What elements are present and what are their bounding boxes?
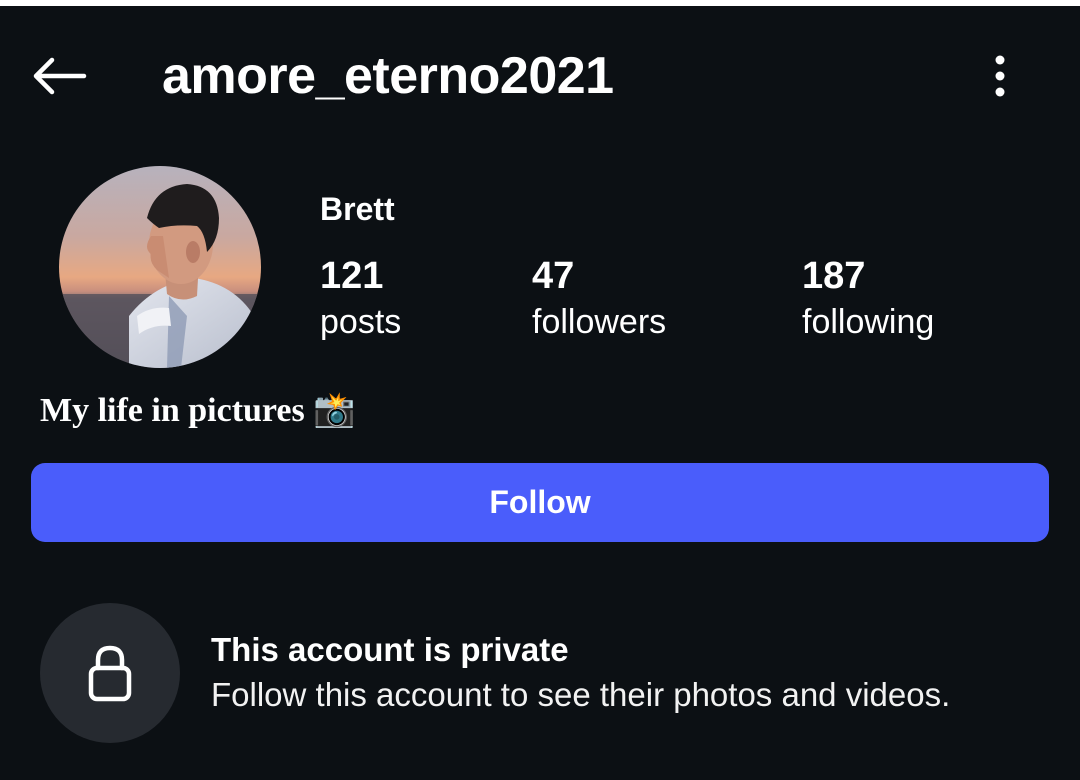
stat-posts[interactable]: 121 posts <box>320 254 401 346</box>
stat-following[interactable]: 187 following <box>802 254 934 346</box>
private-account-title: This account is private <box>211 631 569 668</box>
profile-avatar[interactable] <box>59 166 261 368</box>
following-count: 187 <box>802 255 866 297</box>
more-vertical-icon <box>995 55 1005 97</box>
profile-username: amore_eterno2021 <box>162 47 614 105</box>
follow-button[interactable]: Follow <box>31 463 1049 542</box>
back-button[interactable] <box>26 50 92 102</box>
profile-header: amore_eterno2021 <box>0 6 1080 136</box>
followers-label: followers <box>532 303 667 341</box>
arrow-left-icon <box>33 57 87 95</box>
private-account-subtitle: Follow this account to see their photos … <box>211 676 951 713</box>
avatar-photo <box>59 166 261 368</box>
stat-followers[interactable]: 47 followers <box>532 254 666 346</box>
following-label: following <box>802 303 935 341</box>
posts-count: 121 <box>320 255 384 297</box>
followers-count: 47 <box>532 255 575 297</box>
lock-icon <box>88 645 132 702</box>
profile-display-name: Brett <box>320 191 395 227</box>
posts-label: posts <box>320 303 402 341</box>
more-options-button[interactable] <box>978 50 1022 102</box>
profile-bio: My life in pictures 📸 <box>40 392 356 429</box>
lock-badge <box>40 603 180 743</box>
